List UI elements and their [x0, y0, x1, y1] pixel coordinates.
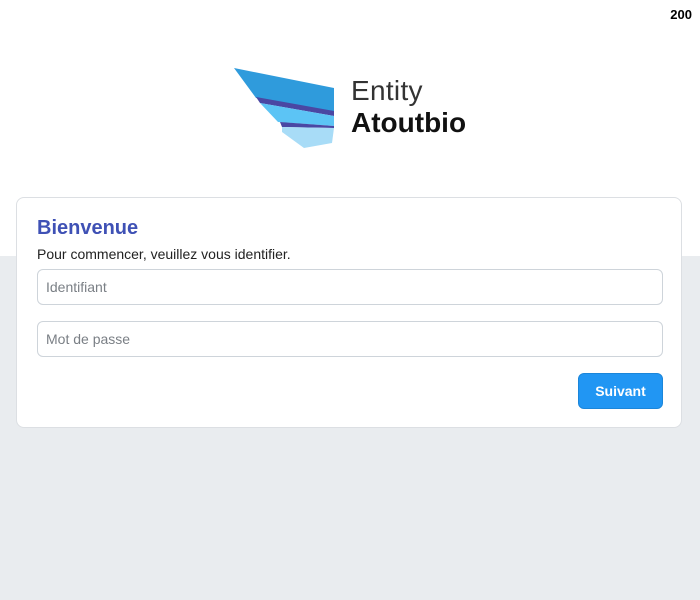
login-card: Bienvenue Pour commencer, veuillez vous …: [16, 197, 682, 428]
welcome-title: Bienvenue: [37, 217, 139, 239]
next-button[interactable]: Suivant: [578, 373, 663, 409]
username-input[interactable]: [37, 269, 663, 305]
login-instructions: Pour commencer, veuillez vous identifier…: [37, 246, 291, 262]
password-input[interactable]: [37, 321, 663, 357]
status-code: 200: [670, 7, 692, 22]
brand-name-line1: Entity: [351, 75, 423, 106]
wing-logo-icon: [234, 68, 334, 148]
brand: Entity Atoutbio: [234, 66, 474, 150]
brand-name-line2: Atoutbio: [351, 107, 467, 138]
